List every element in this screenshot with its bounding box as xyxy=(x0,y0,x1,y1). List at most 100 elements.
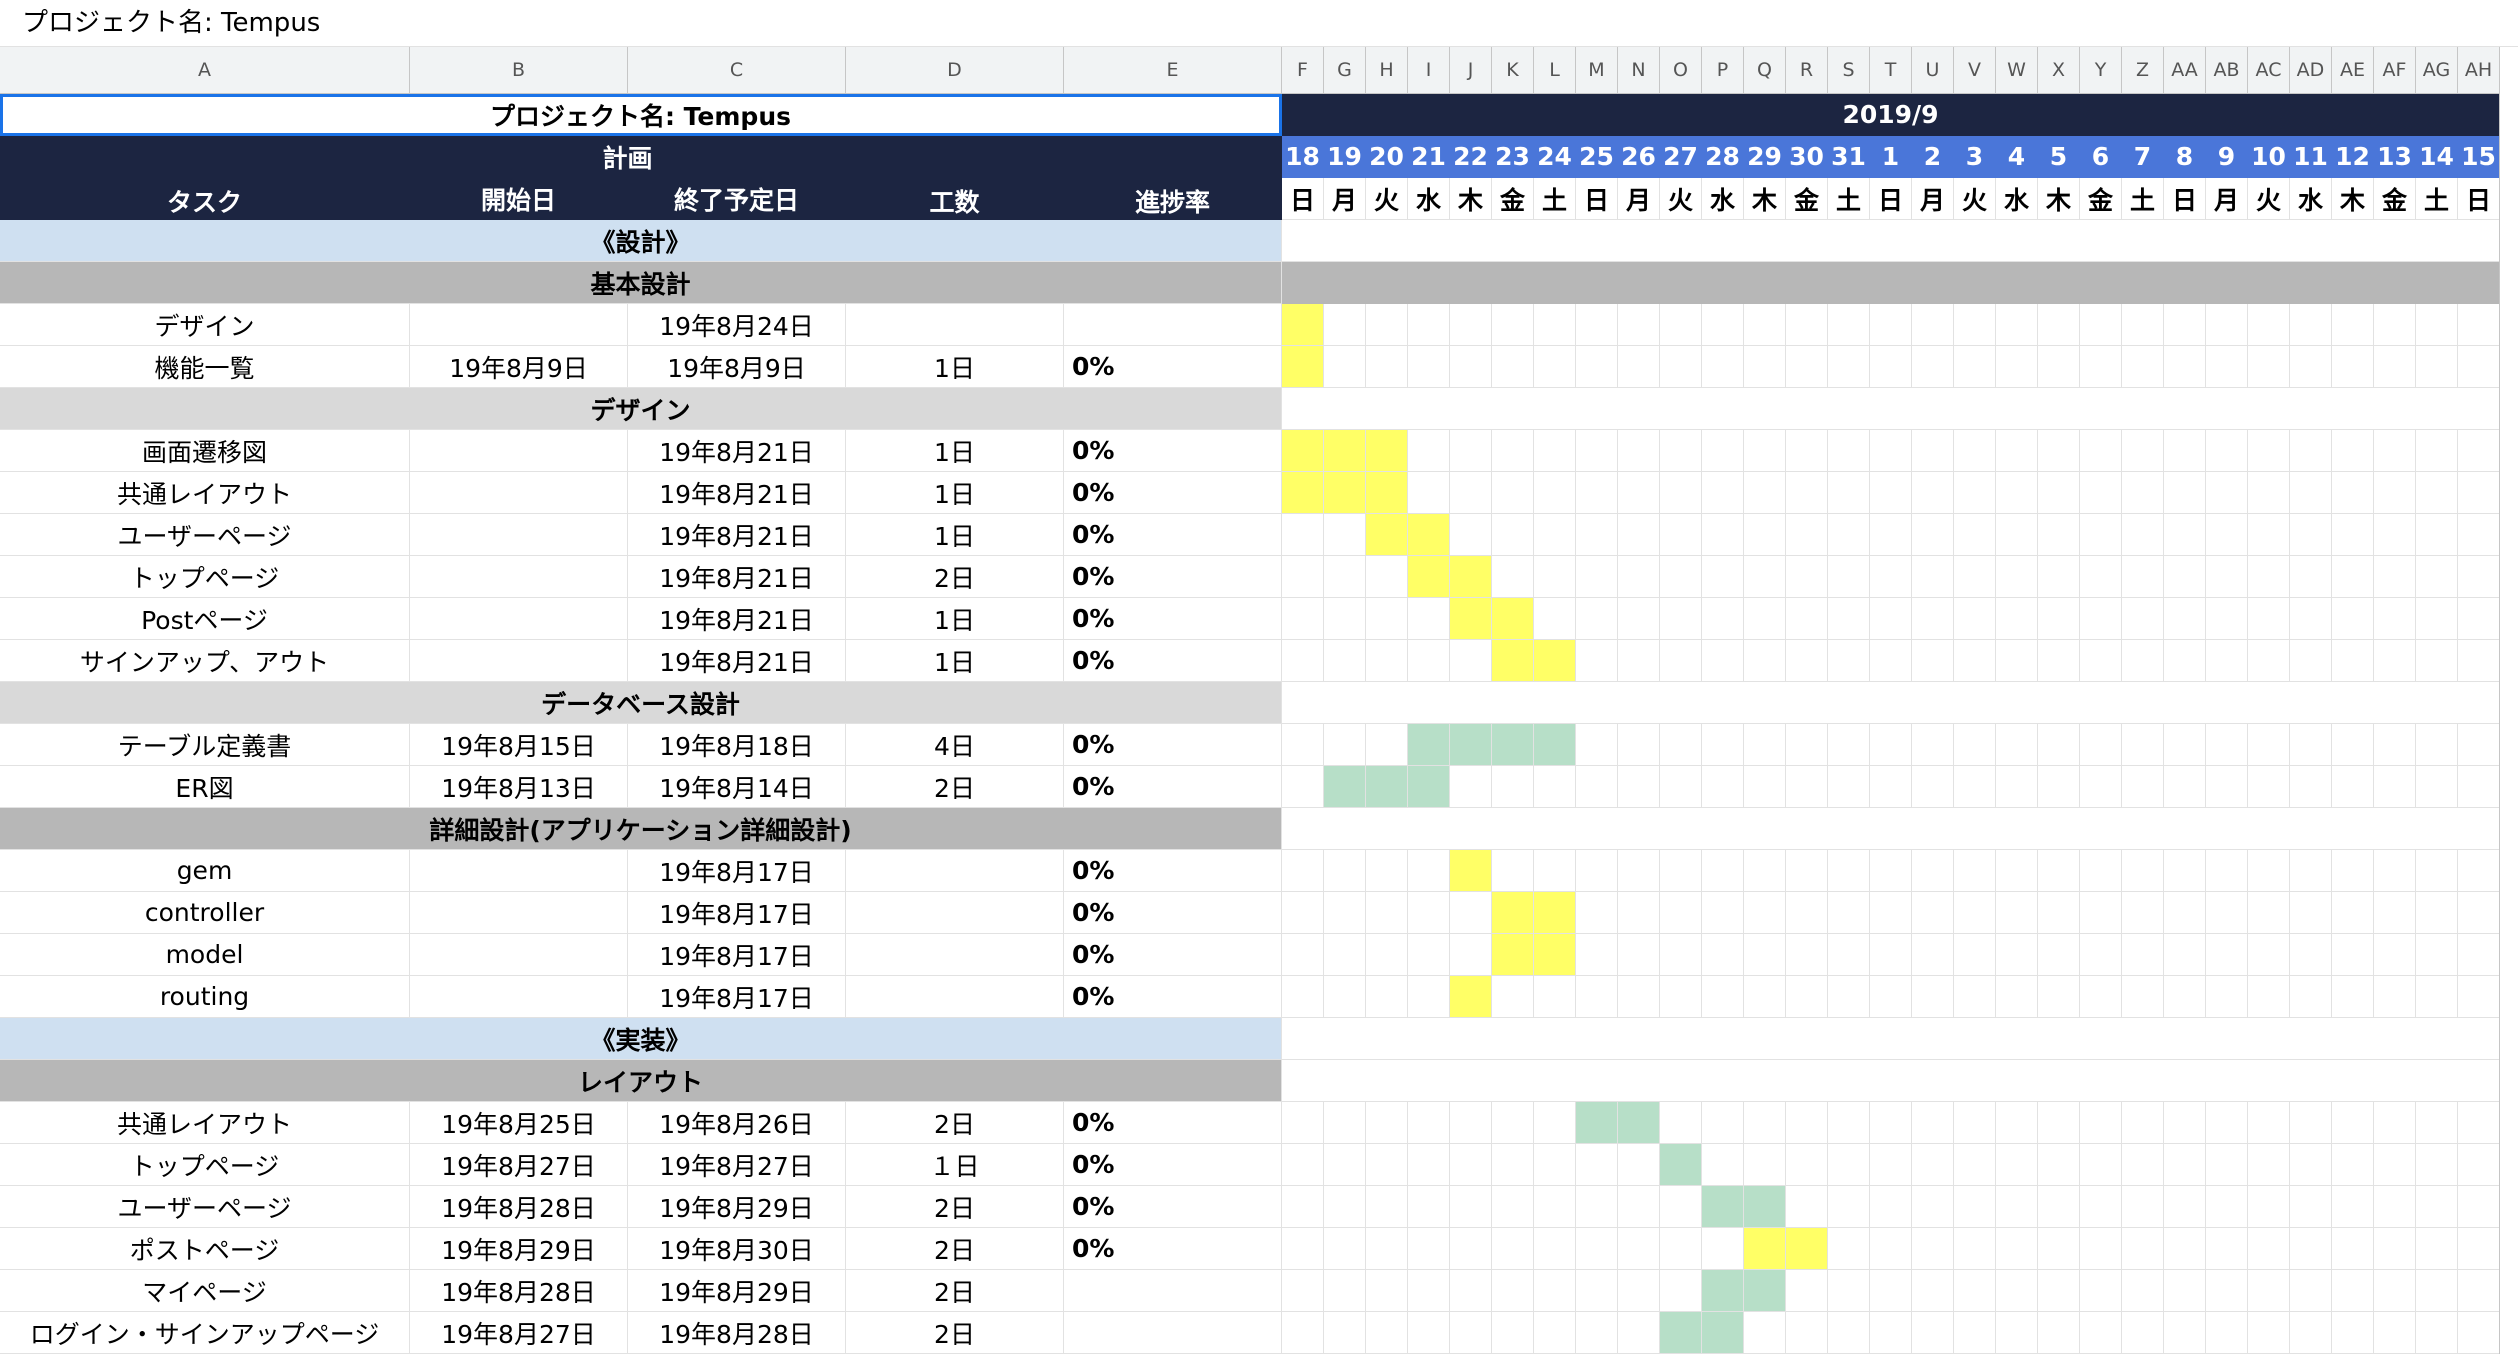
gantt-cell[interactable] xyxy=(2332,430,2374,472)
gantt-cell[interactable] xyxy=(1576,220,1618,262)
gantt-cell[interactable] xyxy=(1828,1270,1870,1312)
gantt-cell[interactable] xyxy=(2416,766,2458,808)
date-cell[interactable]: 25 xyxy=(1576,136,1618,178)
gantt-cell[interactable] xyxy=(1702,766,1744,808)
gantt-cell[interactable] xyxy=(1870,1312,1912,1354)
gantt-cell[interactable] xyxy=(1996,1060,2038,1102)
effort-cell[interactable]: 1日 xyxy=(846,598,1064,640)
gantt-cell[interactable] xyxy=(1408,1228,1450,1270)
gantt-cell[interactable] xyxy=(1366,220,1408,262)
gantt-cell[interactable] xyxy=(1492,388,1534,430)
gantt-cell[interactable] xyxy=(1324,1186,1366,1228)
gantt-bar-green[interactable] xyxy=(1366,766,1408,808)
gantt-cell[interactable] xyxy=(1450,1270,1492,1312)
gantt-bar-yellow[interactable] xyxy=(1450,976,1492,1018)
gantt-cell[interactable] xyxy=(1408,304,1450,346)
gantt-cell[interactable] xyxy=(2290,304,2332,346)
task-name-cell[interactable]: Postページ xyxy=(0,598,410,640)
gantt-cell[interactable] xyxy=(2206,850,2248,892)
gantt-cell[interactable] xyxy=(1912,388,1954,430)
gantt-bar-yellow[interactable] xyxy=(1282,304,1324,346)
gantt-cell[interactable] xyxy=(2416,850,2458,892)
gantt-cell[interactable] xyxy=(1702,1228,1744,1270)
progress-cell[interactable] xyxy=(1064,1270,1282,1312)
gantt-cell[interactable] xyxy=(2164,1270,2206,1312)
effort-cell[interactable]: 1日 xyxy=(846,430,1064,472)
gantt-cell[interactable] xyxy=(1492,1102,1534,1144)
gantt-cell[interactable] xyxy=(1870,1060,1912,1102)
gantt-cell[interactable] xyxy=(1828,598,1870,640)
gantt-cell[interactable] xyxy=(1408,430,1450,472)
gantt-cell[interactable] xyxy=(2164,724,2206,766)
column-header-x[interactable]: X xyxy=(2038,47,2080,94)
gantt-bar-green[interactable] xyxy=(1534,724,1576,766)
gantt-cell[interactable] xyxy=(1366,1270,1408,1312)
gantt-cell[interactable] xyxy=(2290,724,2332,766)
gantt-cell[interactable] xyxy=(1618,1144,1660,1186)
gantt-cell[interactable] xyxy=(1702,220,1744,262)
gantt-cell[interactable] xyxy=(2206,598,2248,640)
gantt-cell[interactable] xyxy=(2080,1270,2122,1312)
gantt-cell[interactable] xyxy=(2080,892,2122,934)
column-header-aa[interactable]: AA xyxy=(2164,47,2206,94)
gantt-cell[interactable] xyxy=(2248,346,2290,388)
weekday-cell[interactable]: 水 xyxy=(1702,178,1744,220)
date-cell[interactable]: 26 xyxy=(1618,136,1660,178)
gantt-bar-yellow[interactable] xyxy=(1534,892,1576,934)
gantt-cell[interactable] xyxy=(2164,1312,2206,1354)
gantt-cell[interactable] xyxy=(2206,934,2248,976)
gantt-cell[interactable] xyxy=(1912,1228,1954,1270)
gantt-cell[interactable] xyxy=(1576,934,1618,976)
month-label-cell[interactable]: 2019/9 xyxy=(1282,94,2500,136)
gantt-cell[interactable] xyxy=(1870,1102,1912,1144)
gantt-cell[interactable] xyxy=(1996,1270,2038,1312)
gantt-cell[interactable] xyxy=(1954,892,1996,934)
end-date-cell[interactable]: 19年8月17日 xyxy=(628,850,846,892)
gantt-cell[interactable] xyxy=(2458,976,2500,1018)
gantt-cell[interactable] xyxy=(1996,346,2038,388)
date-cell[interactable]: 18 xyxy=(1282,136,1324,178)
gantt-cell[interactable] xyxy=(1702,304,1744,346)
gantt-bar-yellow[interactable] xyxy=(1366,472,1408,514)
gantt-cell[interactable] xyxy=(2206,976,2248,1018)
gantt-cell[interactable] xyxy=(2038,1144,2080,1186)
gantt-cell[interactable] xyxy=(1576,1228,1618,1270)
gantt-cell[interactable] xyxy=(1660,934,1702,976)
gantt-cell[interactable] xyxy=(2038,514,2080,556)
gantt-cell[interactable] xyxy=(1786,1270,1828,1312)
end-date-cell[interactable]: 19年8月24日 xyxy=(628,304,846,346)
end-date-cell[interactable]: 19年8月18日 xyxy=(628,724,846,766)
gantt-cell[interactable] xyxy=(1660,1186,1702,1228)
gantt-cell[interactable] xyxy=(2374,1186,2416,1228)
gantt-bar-green[interactable] xyxy=(1660,1312,1702,1354)
gantt-cell[interactable] xyxy=(1492,304,1534,346)
gantt-cell[interactable] xyxy=(1618,472,1660,514)
gantt-cell[interactable] xyxy=(1408,1186,1450,1228)
gantt-cell[interactable] xyxy=(2122,1312,2164,1354)
gantt-cell[interactable] xyxy=(1786,220,1828,262)
gantt-cell[interactable] xyxy=(1786,640,1828,682)
gantt-cell[interactable] xyxy=(2374,430,2416,472)
gantt-cell[interactable] xyxy=(1408,1312,1450,1354)
column-header-j[interactable]: J xyxy=(1450,47,1492,94)
gantt-cell[interactable] xyxy=(1576,976,1618,1018)
end-date-cell[interactable]: 19年8月14日 xyxy=(628,766,846,808)
gantt-cell[interactable] xyxy=(2164,892,2206,934)
date-cell[interactable]: 30 xyxy=(1786,136,1828,178)
gantt-cell[interactable] xyxy=(1702,682,1744,724)
gantt-bar-green[interactable] xyxy=(1702,1270,1744,1312)
gantt-cell[interactable] xyxy=(2080,598,2122,640)
weekday-cell[interactable]: 木 xyxy=(1744,178,1786,220)
gantt-cell[interactable] xyxy=(1576,304,1618,346)
gantt-cell[interactable] xyxy=(1996,1018,2038,1060)
gantt-cell[interactable] xyxy=(1870,472,1912,514)
progress-cell[interactable] xyxy=(1064,304,1282,346)
gantt-cell[interactable] xyxy=(2038,1186,2080,1228)
gantt-cell[interactable] xyxy=(1702,598,1744,640)
gantt-cell[interactable] xyxy=(2080,1018,2122,1060)
gantt-cell[interactable] xyxy=(1492,808,1534,850)
gantt-cell[interactable] xyxy=(2038,976,2080,1018)
gantt-cell[interactable] xyxy=(1492,430,1534,472)
gantt-cell[interactable] xyxy=(1660,1060,1702,1102)
gantt-cell[interactable] xyxy=(1282,514,1324,556)
